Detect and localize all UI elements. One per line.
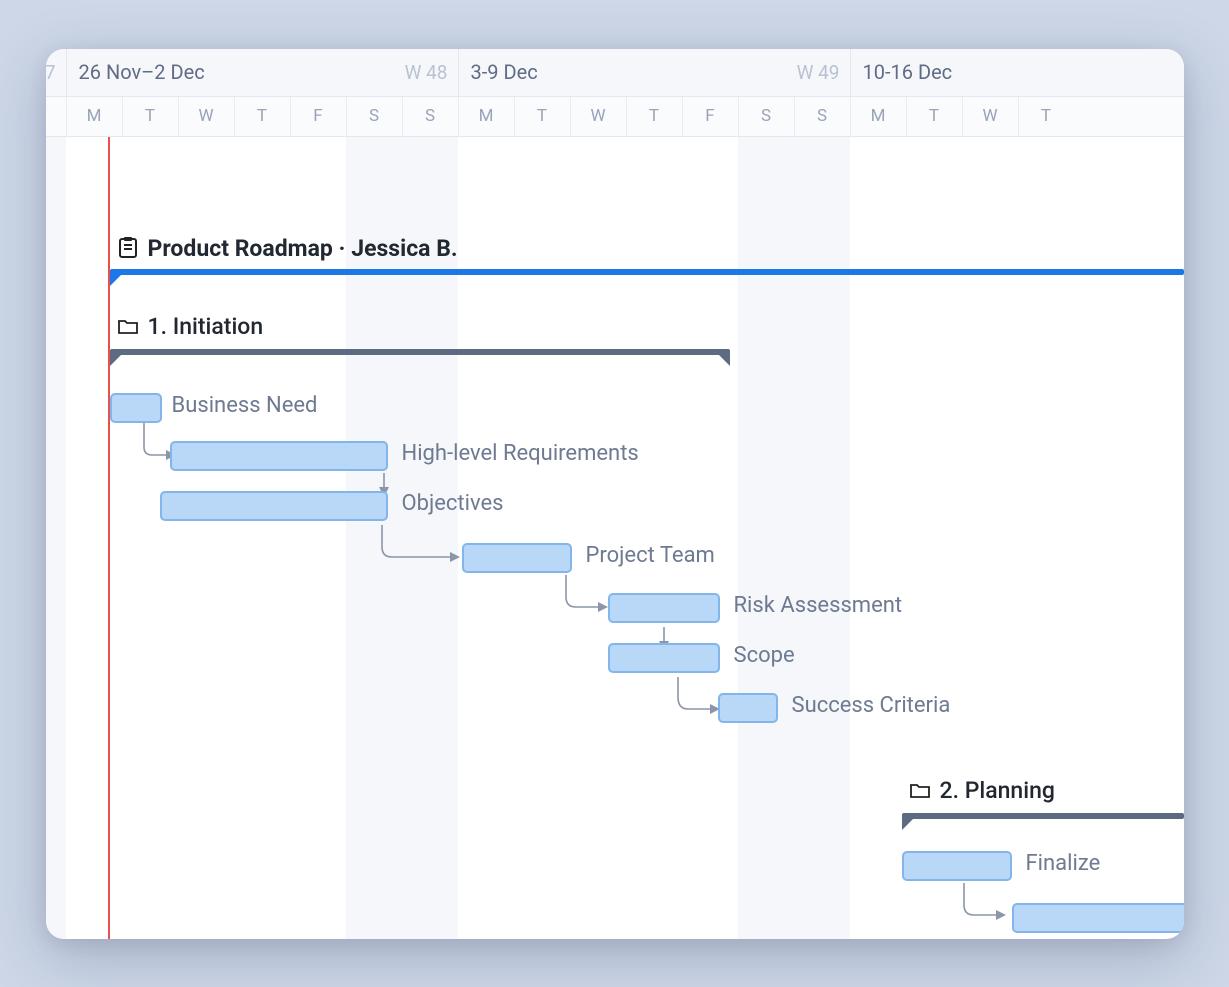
day-label: T [537,106,547,126]
day-label: S [369,106,379,126]
day-label: F [705,106,714,126]
phase-planning-row[interactable]: 2. Planning [910,777,1055,804]
day-label: S [817,106,827,126]
day-label: T [929,106,939,126]
day-label: T [1041,106,1051,126]
phase-initiation-row[interactable]: 1. Initiation [118,313,264,340]
weekend-shade [738,137,850,939]
task-label: Business Need [172,393,318,418]
day-label: T [649,106,659,126]
day-label: W [590,106,605,126]
week-label[interactable]: 3-9 Dec [471,60,538,84]
week-label[interactable]: 10-16 Dec [863,60,953,84]
today-marker [108,137,110,939]
task-label: Scope [734,643,795,668]
day-label: W [982,106,997,126]
task-bar-finalize[interactable] [902,851,1012,881]
task-bar-business-need[interactable] [110,393,162,423]
project-title-row[interactable]: Product Roadmap · Jessica B. [118,235,458,262]
day-label: T [257,106,267,126]
day-label: T [145,106,155,126]
timeline-header-days: S M T W T F S S M T W T F S S M T W T [46,97,1184,137]
task-label: Objectives [402,491,504,516]
week-number-prev: 47 [46,61,56,84]
folder-icon [118,318,138,334]
gantt-body[interactable]: Product Roadmap · Jessica B. 1. Initiati… [46,137,1184,939]
task-label: Project Team [586,543,715,568]
gantt-viewport: 47 26 Nov–2 Dec W 48 3-9 Dec W 49 10-16 … [46,49,1184,939]
phase-planning-summary-bar[interactable] [902,813,1184,823]
weekend-shade [46,137,66,939]
day-label: S [761,106,771,126]
day-label: M [87,106,102,126]
task-bar-risk[interactable] [608,593,720,623]
task-bar-next[interactable] [1012,903,1184,933]
project-title: Product Roadmap [148,235,333,262]
phase-initiation-summary-bar[interactable] [110,349,730,359]
day-label: F [313,106,322,126]
task-bar-success[interactable] [718,693,778,723]
week-number: W 48 [405,61,448,84]
task-label: Finalize [1026,851,1101,876]
phase-index: 2. [940,777,959,804]
phase-index: 1. [148,313,167,340]
day-label: M [871,106,886,126]
task-bar-scope[interactable] [608,643,720,673]
project-summary-bar[interactable] [110,269,1184,279]
separator: · [333,235,351,262]
task-label: Risk Assessment [734,593,903,618]
week-label[interactable]: 26 Nov–2 Dec [79,60,205,84]
clipboard-icon [118,237,138,259]
phase-name: Initiation [173,313,263,340]
task-label: Success Criteria [792,693,951,718]
day-label: M [479,106,494,126]
phase-name: Planning [965,777,1055,804]
folder-icon [910,782,930,798]
project-owner: Jessica B. [351,235,457,262]
task-bar-project-team[interactable] [462,543,572,573]
day-label: W [198,106,213,126]
day-label: S [425,106,435,126]
week-number: W 49 [797,61,840,84]
task-bar-hl-req[interactable] [170,441,388,471]
task-bar-objectives[interactable] [160,491,388,521]
task-label: High-level Requirements [402,441,639,466]
timeline-header-weeks: 47 26 Nov–2 Dec W 48 3-9 Dec W 49 10-16 … [46,49,1184,97]
